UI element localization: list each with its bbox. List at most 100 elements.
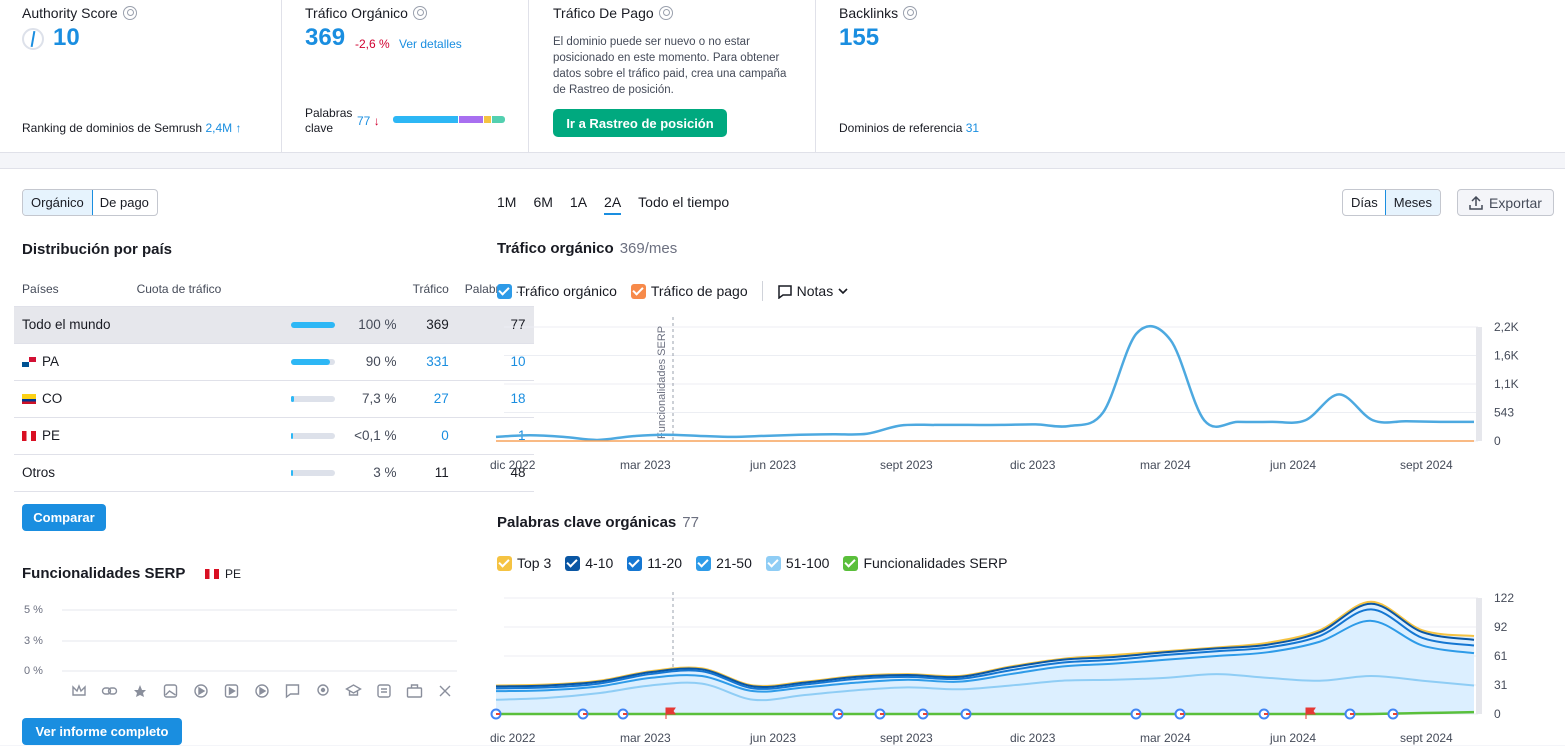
col-traffic[interactable]: Tráfico [404, 272, 457, 307]
legend-label: Tráfico de pago [650, 283, 748, 299]
notes-dropdown[interactable]: Notas [777, 283, 850, 299]
legend-label: Tráfico orgánico [517, 283, 617, 299]
legend-paid-traffic[interactable]: Tráfico de pago [630, 283, 748, 299]
notes-icon [777, 284, 792, 299]
google-update-icon[interactable] [832, 708, 844, 720]
table-row[interactable]: Otros 3 % 11 48 [14, 454, 534, 492]
legend-funcionalidades-serp[interactable]: Funcionalidades SERP [843, 555, 1007, 571]
checkbox-icon[interactable] [497, 283, 512, 299]
checkbox-icon[interactable] [843, 555, 859, 571]
graduation-icon[interactable] [345, 684, 362, 696]
table-row[interactable]: CO 7,3 % 27 18 [14, 380, 534, 418]
video-box-icon[interactable] [224, 684, 239, 698]
play-icon[interactable] [255, 684, 269, 698]
flag-marker-icon[interactable] [665, 707, 676, 719]
x-tick-label: mar 2023 [620, 458, 671, 472]
x-icon[interactable] [439, 685, 451, 697]
traffic-value[interactable]: 27 [404, 380, 457, 418]
export-button[interactable]: Exportar [1457, 189, 1554, 216]
google-update-icon[interactable] [577, 708, 589, 720]
period-1m[interactable]: 1M [497, 194, 516, 215]
y-axis-scrollbar[interactable] [1476, 327, 1482, 441]
traffic-value[interactable]: 331 [404, 343, 457, 381]
checkbox-icon[interactable] [696, 555, 712, 571]
authority-gauge-icon [22, 28, 44, 50]
checkbox-icon[interactable] [565, 555, 581, 571]
country-table: Países Cuota de tráfico Tráfico Palabras… [14, 272, 534, 492]
map-pin-icon[interactable] [317, 684, 329, 696]
x-tick-label: mar 2024 [1140, 458, 1191, 472]
arrow-up-icon: ↑ [235, 121, 242, 135]
info-icon[interactable] [122, 6, 137, 20]
ranking-value[interactable]: 2,4M [205, 121, 232, 135]
period-todo-el-tiempo[interactable]: Todo el tiempo [638, 194, 729, 215]
country-distribution-title: Distribución por país [22, 241, 173, 258]
info-icon[interactable] [658, 6, 673, 20]
checkbox-icon[interactable] [497, 555, 512, 571]
legend-organic-traffic[interactable]: Tráfico orgánico [497, 283, 617, 299]
google-update-icon[interactable] [617, 708, 629, 720]
col-traffic-share[interactable]: Cuota de tráfico [118, 272, 405, 307]
google-update-icon[interactable] [1387, 708, 1399, 720]
share-bar [290, 359, 335, 366]
referring-domains-value[interactable]: 31 [966, 121, 979, 135]
country-name: PE [14, 417, 119, 455]
tab-organic[interactable]: Orgánico [22, 190, 93, 215]
comment-icon[interactable] [285, 684, 300, 699]
compare-button[interactable]: Comparar [22, 504, 106, 531]
link-icon[interactable] [101, 687, 118, 695]
traffic-chart-subtitle: 369/mes [619, 240, 678, 257]
google-update-icon[interactable] [1174, 708, 1186, 720]
checkbox-icon[interactable] [630, 283, 646, 299]
legend-11-20[interactable]: 11-20 [627, 555, 682, 571]
organic-traffic-line[interactable] [495, 324, 1475, 442]
details-link[interactable]: Ver detalles [399, 37, 462, 51]
google-update-icon[interactable] [917, 708, 929, 720]
legend-51-100[interactable]: 51-100 [765, 555, 829, 571]
info-icon[interactable] [412, 6, 427, 20]
table-row[interactable]: Todo el mundo 100 % 369 77 [14, 306, 534, 344]
google-update-icon[interactable] [960, 708, 972, 720]
google-update-icon[interactable] [1258, 708, 1270, 720]
tab-paid[interactable]: De pago [92, 190, 157, 215]
x-tick-label: mar 2023 [620, 731, 671, 745]
table-row[interactable]: PE <0,1 % 0 1 [14, 417, 534, 455]
news-icon[interactable] [377, 684, 391, 698]
crown-icon[interactable] [72, 684, 86, 696]
checkbox-icon[interactable] [627, 555, 643, 571]
backlinks-value[interactable]: 155 [839, 24, 879, 52]
flag-marker-icon[interactable] [1305, 707, 1316, 719]
legend-top-3[interactable]: Top 3 [497, 555, 551, 571]
keywords-value[interactable]: 77 [357, 114, 370, 128]
y-tick-label: 0 [1494, 707, 1501, 721]
briefcase-icon[interactable] [406, 684, 423, 698]
annotation-label: Funcionalidades SERP [656, 326, 668, 439]
traffic-share: 90 % [118, 343, 405, 381]
organic-traffic-value[interactable]: 369 [305, 24, 345, 52]
image-icon[interactable] [163, 684, 178, 698]
granularity-months[interactable]: Meses [1384, 190, 1441, 215]
period-1a[interactable]: 1A [570, 194, 587, 215]
period-6m[interactable]: 6M [533, 194, 552, 215]
star-icon[interactable] [134, 685, 146, 697]
google-update-icon[interactable] [874, 708, 886, 720]
legend-21-50[interactable]: 21-50 [696, 555, 752, 571]
col-countries[interactable]: Países [14, 272, 119, 307]
traffic-value[interactable]: 0 [404, 417, 457, 455]
legend-4-10[interactable]: 4-10 [565, 555, 613, 571]
period-2a[interactable]: 2A [604, 194, 622, 215]
google-update-icon[interactable] [490, 708, 502, 720]
google-update-icon[interactable] [1344, 708, 1356, 720]
position-tracking-button[interactable]: Ir a Rastreo de posición [553, 109, 727, 137]
granularity-days[interactable]: Días [1343, 190, 1386, 215]
export-icon [1469, 195, 1483, 210]
x-tick-label: jun 2024 [1269, 458, 1316, 472]
full-report-button[interactable]: Ver informe completo [22, 718, 182, 745]
y-axis-scrollbar[interactable] [1476, 598, 1482, 714]
checkbox-icon[interactable] [765, 555, 781, 571]
table-row[interactable]: PA 90 % 331 10 [14, 343, 534, 381]
info-icon[interactable] [903, 6, 918, 20]
paid-traffic-description: El dominio puede ser nuevo o no estar po… [553, 36, 787, 96]
google-update-icon[interactable] [1130, 708, 1142, 720]
video-icon[interactable] [194, 684, 208, 698]
